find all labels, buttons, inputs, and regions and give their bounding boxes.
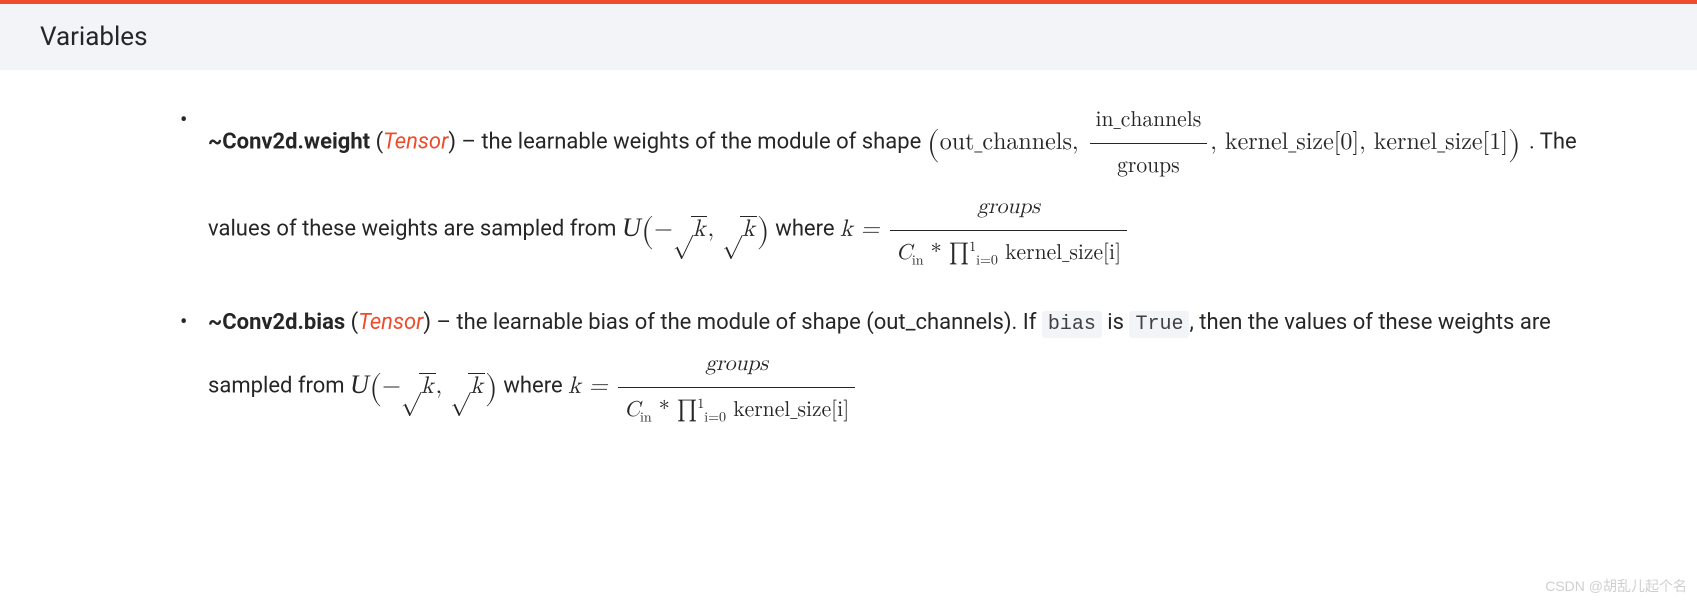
math-sub: i=0 [976,253,998,267]
math-sup: 1 [969,240,976,254]
math-token: out_channels [940,130,1072,154]
variable-name: ~Conv2d.weight [208,130,370,155]
where-text: where [498,374,568,399]
section-header: Variables [0,4,1697,70]
fraction: groups Cin * ∏1i=0 kernel_size[i] [618,344,855,431]
fraction-den: groups [1090,144,1208,187]
math-token: kernel_size[0] [1225,130,1359,154]
math-token: C [896,243,912,264]
distribution-math: U(−√k, √k) [350,374,498,398]
product-symbol: ∏ [677,400,697,421]
math-token: kernel_size[1] [1374,130,1508,154]
watermark: CSDN @胡乱儿起个名 [1545,576,1687,596]
math-token: * [652,400,677,421]
fraction-num: in_channels [1090,100,1208,144]
fraction: groups Cin * ∏1i=0 kernel_size[i] [890,187,1127,274]
section-title: Variables [40,22,148,52]
desc-text: – the learnable bias of the module of sh… [431,310,1042,335]
fraction-num: groups [705,354,768,375]
math-sub: i=0 [704,410,726,424]
math-token: kernel_size[i] [998,243,1121,264]
fraction: in_channels groups [1090,100,1208,187]
desc-text: – the learnable weights of the module of… [456,130,927,155]
math-token: C [624,400,640,421]
math-token: kernel_size[i] [726,400,849,421]
variables-list: ~Conv2d.weight (Tensor) – the learnable … [180,100,1637,431]
desc-text: is [1102,310,1130,335]
math-token: k = [840,217,879,241]
math-token: k = [568,374,607,398]
code-literal: True [1129,311,1189,338]
where-text: where [770,217,840,242]
variable-name: ~Conv2d.bias [208,310,345,335]
list-item: ~Conv2d.weight (Tensor) – the learnable … [180,100,1637,274]
k-definition: k = groups Cin * ∏1i=0 kernel_size[i] [568,374,858,398]
fraction-den: Cin * ∏1i=0 kernel_size[i] [890,231,1127,274]
fraction-den: Cin * ∏1i=0 kernel_size[i] [618,388,855,431]
distribution-math: U(−√k, √k) [622,217,770,241]
type-link[interactable]: Tensor [383,130,448,155]
fraction-num: groups [977,197,1040,218]
math-sub: in [912,253,924,267]
product-symbol: ∏ [949,243,969,264]
content-area: ~Conv2d.weight (Tensor) – the learnable … [0,100,1697,489]
list-item: ~Conv2d.bias (Tensor) – the learnable bi… [180,302,1637,431]
math-token: * [924,243,949,264]
math-cal: U [350,369,369,399]
code-literal: bias [1042,311,1102,338]
type-link[interactable]: Tensor [358,310,423,335]
math-sub: in [640,410,652,424]
math-sup: 1 [697,397,704,411]
k-definition: k = groups Cin * ∏1i=0 kernel_size[i] [840,217,1130,241]
math-cal: U [622,212,641,242]
shape-math: (out_channels, in_channels groups , kern… [927,130,1529,154]
